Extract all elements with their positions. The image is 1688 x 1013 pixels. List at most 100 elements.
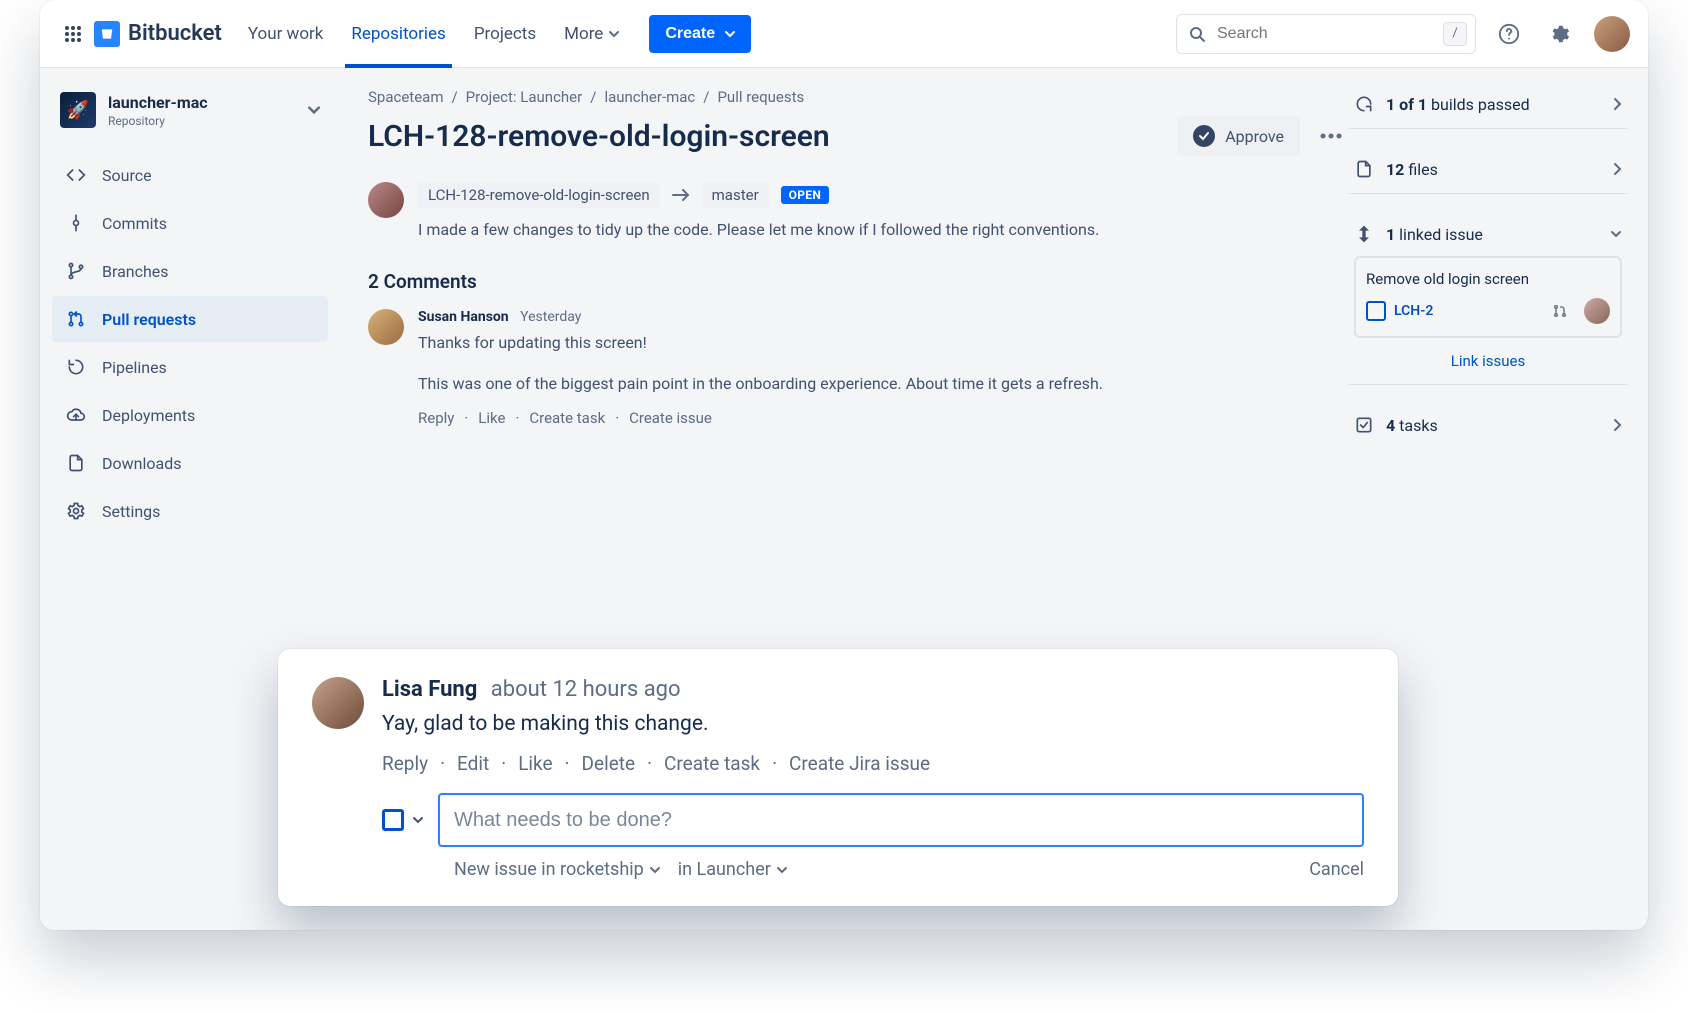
comment-timestamp: about 12 hours ago [491, 677, 681, 702]
arrow-right-icon [672, 189, 690, 201]
breadcrumb-item[interactable]: launcher-mac [604, 88, 695, 106]
file-icon [1354, 159, 1374, 179]
builds-icon [1354, 94, 1374, 114]
linked-issue-card[interactable]: Remove old login screen LCH-2 [1354, 256, 1622, 338]
issue-summary-input[interactable] [438, 793, 1364, 847]
more-actions-button[interactable] [1314, 119, 1348, 153]
target-branch-chip[interactable]: master [702, 182, 769, 208]
comment-reply[interactable]: Reply [382, 752, 428, 775]
link-issues-button[interactable]: Link issues [1354, 352, 1622, 370]
chevron-down-icon [725, 29, 735, 39]
issue-type-icon [382, 809, 404, 831]
comment-reply[interactable]: Reply [418, 409, 454, 427]
download-icon [66, 453, 86, 473]
chevron-down-icon [412, 815, 424, 825]
chevron-right-icon [1612, 418, 1622, 432]
help-icon[interactable] [1492, 17, 1526, 51]
chevron-down-icon [777, 866, 787, 874]
settings-icon[interactable] [1542, 17, 1576, 51]
comment-like[interactable]: Like [518, 752, 552, 775]
chevron-down-icon [308, 104, 320, 116]
cancel-button[interactable]: Cancel [1309, 859, 1364, 880]
sidebar-item-downloads[interactable]: Downloads [52, 440, 328, 486]
profile-avatar[interactable] [1594, 16, 1630, 52]
breadcrumb-item[interactable]: Spaceteam [368, 88, 443, 106]
comment-like[interactable]: Like [478, 409, 505, 427]
jira-icon [1354, 224, 1374, 244]
comment-author[interactable]: Lisa Fung [382, 677, 477, 702]
nav-more[interactable]: More [550, 1, 633, 67]
repo-kind: Repository [108, 114, 208, 128]
comment-create-task[interactable]: Create task [664, 752, 760, 775]
sidebar-item-branches[interactable]: Branches [52, 248, 328, 294]
approve-button[interactable]: Approve [1177, 116, 1300, 156]
issue-project-picker[interactable]: New issue in rocketship [454, 859, 660, 880]
chevron-down-icon [1610, 229, 1622, 239]
linked-issues-summary[interactable]: 1 linked issue [1354, 224, 1622, 244]
nav-repositories[interactable]: Repositories [337, 1, 459, 67]
breadcrumb-item[interactable]: Pull requests [717, 88, 804, 106]
code-icon [66, 165, 86, 185]
sidebar-item-pipelines[interactable]: Pipelines [52, 344, 328, 390]
search-input[interactable] [1215, 24, 1433, 44]
repo-avatar-icon: 🚀 [60, 92, 96, 128]
comment-create-task[interactable]: Create task [529, 409, 605, 427]
comment-avatar[interactable] [312, 677, 364, 729]
comment-create-issue[interactable]: Create issue [629, 409, 712, 427]
comment-popover: Lisa Fung about 12 hours ago Yay, glad t… [278, 649, 1398, 906]
breadcrumb: Spaceteam/ Project: Launcher/ launcher-m… [368, 88, 1348, 106]
pr-description: I made a few changes to tidy up the code… [418, 218, 1138, 242]
comment-avatar[interactable] [368, 309, 404, 345]
comments-heading: 2 Comments [368, 270, 1348, 293]
issue-type-icon [1366, 301, 1386, 321]
create-button[interactable]: Create [649, 15, 751, 53]
sidebar-item-settings[interactable]: Settings [52, 488, 328, 534]
issue-key[interactable]: LCH-2 [1394, 303, 1433, 319]
commit-icon [66, 213, 86, 233]
top-nav: Bitbucket Your work Repositories Project… [40, 0, 1648, 68]
comment-timestamp: Yesterday [520, 309, 581, 325]
brand[interactable]: Bitbucket [94, 21, 222, 47]
app-switcher-icon[interactable] [58, 19, 88, 49]
repo-name: launcher-mac [108, 93, 208, 112]
tasks-summary[interactable]: 4 tasks [1354, 415, 1622, 435]
author-avatar[interactable] [368, 182, 404, 218]
sidebar-item-commits[interactable]: Commits [52, 200, 328, 246]
search-field[interactable]: / [1176, 14, 1476, 54]
sidebar-item-label: Deployments [102, 406, 195, 425]
comment-author[interactable]: Susan Hanson [418, 309, 509, 325]
gear-icon [66, 501, 86, 521]
issue-parent-picker[interactable]: in Launcher [678, 859, 787, 880]
chevron-down-icon [609, 29, 619, 39]
nav-your-work[interactable]: Your work [234, 1, 338, 67]
sidebar-item-source[interactable]: Source [52, 152, 328, 198]
search-shortcut-badge: / [1443, 22, 1467, 46]
source-branch-chip[interactable]: LCH-128-remove-old-login-screen [418, 182, 660, 208]
comment-text: This was one of the biggest pain point i… [418, 372, 1103, 397]
comment-delete[interactable]: Delete [582, 752, 636, 775]
comment-edit[interactable]: Edit [457, 752, 489, 775]
sidebar-item-deployments[interactable]: Deployments [52, 392, 328, 438]
comment-create-jira-issue[interactable]: Create Jira issue [789, 752, 930, 775]
task-icon [1354, 415, 1374, 435]
pipeline-icon [66, 357, 86, 377]
issue-type-picker[interactable] [382, 809, 424, 831]
page-title: LCH-128-remove-old-login-screen [368, 119, 830, 154]
sidebar-item-label: Commits [102, 214, 167, 233]
pull-request-icon [1552, 303, 1568, 319]
comment: Susan Hanson Yesterday Thanks for updati… [368, 309, 1348, 427]
builds-summary[interactable]: 1 of 1 builds passed [1354, 94, 1622, 114]
bitbucket-logo-icon [94, 21, 120, 47]
pr-state-badge: OPEN [781, 186, 829, 204]
files-summary[interactable]: 12 files [1354, 159, 1622, 179]
linked-issue-title: Remove old login screen [1366, 270, 1610, 288]
cloud-upload-icon [66, 405, 86, 425]
right-panel: 1 of 1 builds passed 12 files [1348, 80, 1628, 449]
sidebar-item-pull-requests[interactable]: Pull requests [52, 296, 328, 342]
sidebar-item-label: Source [102, 166, 152, 185]
assignee-avatar[interactable] [1584, 298, 1610, 324]
brand-name: Bitbucket [128, 21, 222, 46]
repo-switcher[interactable]: 🚀 launcher-mac Repository [52, 86, 328, 134]
nav-projects[interactable]: Projects [460, 1, 550, 67]
breadcrumb-item[interactable]: Project: Launcher [466, 88, 583, 106]
